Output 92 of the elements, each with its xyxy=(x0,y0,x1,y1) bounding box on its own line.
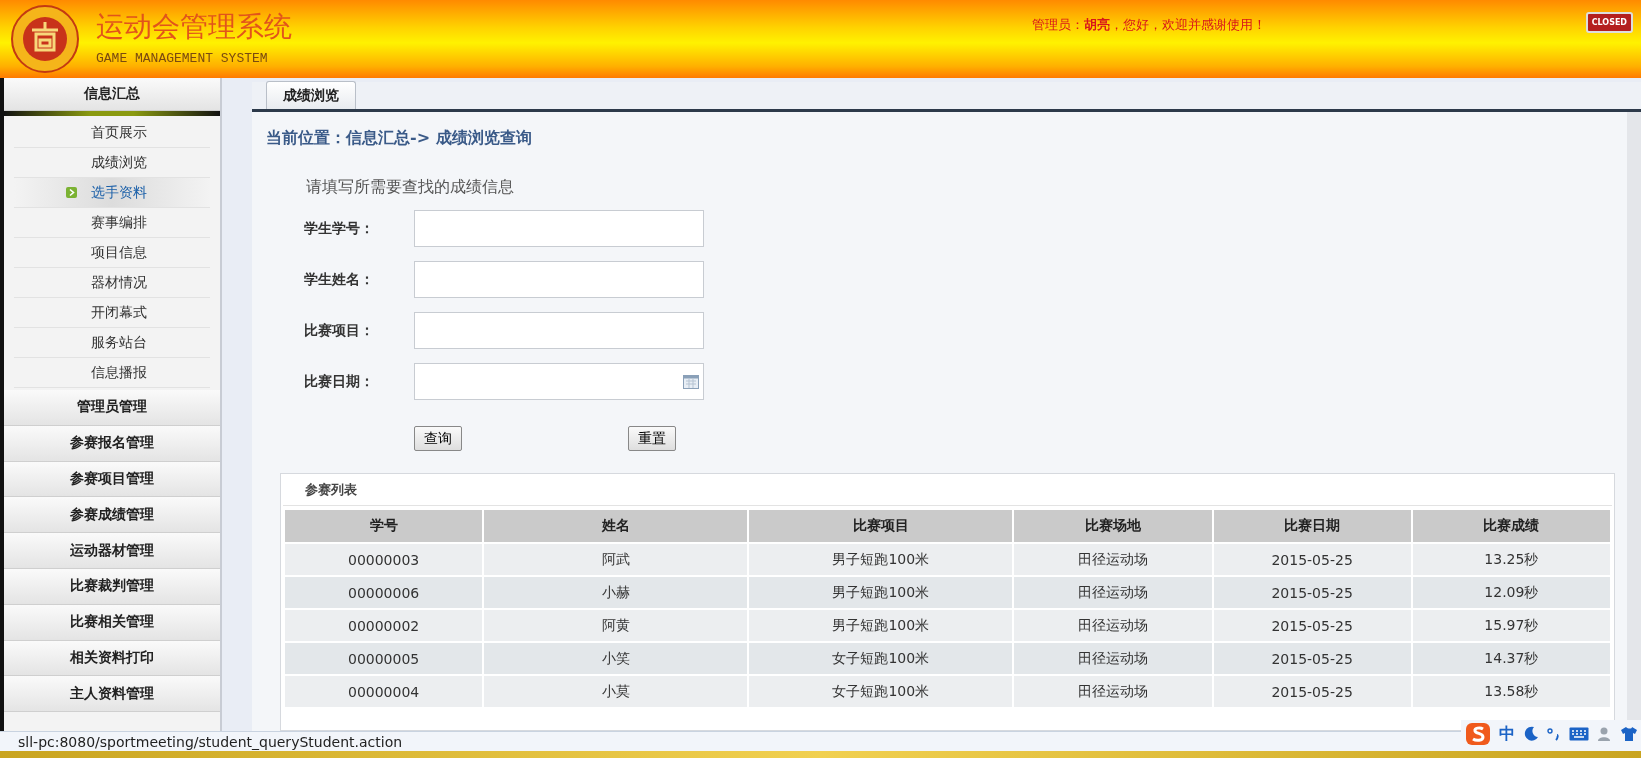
column-header: 比赛项目 xyxy=(749,510,1013,542)
sidebar-group[interactable]: 比赛裁判管理 xyxy=(4,569,220,605)
shirt-icon[interactable] xyxy=(1621,726,1637,742)
table-cell: 男子短跑100米 xyxy=(749,610,1013,641)
table-cell: 13.25秒 xyxy=(1412,544,1610,575)
column-header: 比赛成绩 xyxy=(1412,510,1610,542)
table-cell: 00000004 xyxy=(285,676,483,707)
sidebar-group[interactable]: 参赛成绩管理 xyxy=(4,497,220,534)
sidebar-group[interactable]: 运动器材管理 xyxy=(4,533,220,569)
sidebar-item[interactable]: 项目信息 xyxy=(14,238,210,268)
sidebar-item-label: 赛事编排 xyxy=(91,213,147,232)
keyboard-icon[interactable] xyxy=(1569,727,1589,741)
table-cell: 00000005 xyxy=(285,643,483,674)
table-cell: 小莫 xyxy=(484,676,748,707)
sidebar-item-label: 首页展示 xyxy=(91,123,147,142)
sidebar-item-label: 器材情况 xyxy=(91,273,147,292)
form-title: 请填写所需要查找的成绩信息 xyxy=(306,177,515,198)
table-cell: 阿武 xyxy=(484,544,748,575)
column-header: 姓名 xyxy=(484,510,748,542)
sidebar-item[interactable]: 服务站台 xyxy=(14,328,210,358)
sidebar-group[interactable]: 比赛相关管理 xyxy=(4,604,220,641)
table-cell: 田径运动场 xyxy=(1014,610,1212,641)
sidebar-item-label: 服务站台 xyxy=(91,333,147,352)
table-cell: 2015-05-25 xyxy=(1213,643,1411,674)
date-field[interactable] xyxy=(414,363,704,400)
input-mode-toggle[interactable]: 中 xyxy=(1499,723,1515,745)
sidebar-item[interactable]: 首页展示 xyxy=(14,118,210,148)
welcome-message: 管理员：胡亮，您好，欢迎并感谢使用！ xyxy=(1031,16,1266,34)
app-title: 运动会管理系统 xyxy=(96,12,292,41)
input-method-logo[interactable] xyxy=(1465,722,1491,746)
table-cell: 男子短跑100米 xyxy=(749,577,1013,608)
table-cell: 田径运动场 xyxy=(1014,544,1212,575)
table-cell: 小笑 xyxy=(484,643,748,674)
table-cell: 2015-05-25 xyxy=(1213,676,1411,707)
close-button[interactable]: CLOSED xyxy=(1585,12,1633,33)
status-url: sll-pc:8080/sportmeeting/student_queryStudent.action xyxy=(18,733,403,750)
table-cell: 男子短跑100米 xyxy=(749,544,1013,575)
field-label: 比赛日期： xyxy=(304,372,375,391)
reset-button[interactable]: 重置 xyxy=(628,426,676,451)
app-subtitle: GAME MANAGEMENT SYSTEM xyxy=(96,50,269,66)
table-cell: 2015-05-25 xyxy=(1213,544,1411,575)
input-field[interactable] xyxy=(414,210,704,247)
sidebar-group[interactable]: 信息汇总 xyxy=(4,78,220,111)
calendar-icon[interactable] xyxy=(683,374,699,389)
tab[interactable]: 成绩浏览 xyxy=(266,81,356,109)
sidebar-item[interactable]: 开闭幕式 xyxy=(14,298,210,328)
column-header: 比赛日期 xyxy=(1213,510,1411,542)
sidebar-item[interactable]: 赛事编排 xyxy=(14,208,210,238)
user-icon[interactable] xyxy=(1597,726,1613,742)
sidebar-group[interactable]: 相关资料打印 xyxy=(4,640,220,677)
sidebar-item-label: 成绩浏览 xyxy=(91,153,147,172)
table-cell: 00000006 xyxy=(285,577,483,608)
table-cell: 00000003 xyxy=(285,544,483,575)
table-cell: 田径运动场 xyxy=(1014,643,1212,674)
sidebar-item[interactable]: 选手资料 xyxy=(14,178,210,208)
table-cell: 00000002 xyxy=(285,610,483,641)
moon-icon[interactable] xyxy=(1523,726,1539,742)
field-label: 学生学号： xyxy=(304,219,375,238)
table-cell: 田径运动场 xyxy=(1014,676,1212,707)
table-cell: 13.58秒 xyxy=(1412,676,1610,707)
column-header: 比赛场地 xyxy=(1014,510,1212,542)
sidebar-item-label: 开闭幕式 xyxy=(91,303,147,322)
sidebar-group[interactable]: 参赛报名管理 xyxy=(4,425,220,462)
punctuation-icon[interactable] xyxy=(1547,727,1561,741)
university-seal-logo xyxy=(10,4,80,74)
input-field[interactable] xyxy=(414,261,704,298)
sidebar-item[interactable]: 器材情况 xyxy=(14,268,210,298)
sidebar-group[interactable]: 管理员管理 xyxy=(4,390,220,426)
sidebar-item-label: 项目信息 xyxy=(91,243,147,262)
sidebar-item[interactable]: 信息播报 xyxy=(14,358,210,388)
column-header: 学号 xyxy=(285,510,483,542)
sidebar-item-label: 选手资料 xyxy=(91,183,147,202)
table-cell: 12.09秒 xyxy=(1412,577,1610,608)
table-cell: 阿黄 xyxy=(484,610,748,641)
arrow-icon xyxy=(66,187,77,198)
sidebar-group[interactable]: 参赛项目管理 xyxy=(4,461,220,498)
table-cell: 小赫 xyxy=(484,577,748,608)
table-cell: 15.97秒 xyxy=(1412,610,1610,641)
table-cell: 女子短跑100米 xyxy=(749,643,1013,674)
table-cell: 14.37秒 xyxy=(1412,643,1610,674)
table-cell: 田径运动场 xyxy=(1014,577,1212,608)
panel-title: 参赛列表 xyxy=(283,474,1612,506)
field-label: 比赛项目： xyxy=(304,321,375,340)
sidebar-group[interactable]: 主人资料管理 xyxy=(4,676,220,713)
query-button[interactable]: 查询 xyxy=(414,426,462,451)
field-label: 学生姓名： xyxy=(304,270,375,289)
table-cell: 2015-05-25 xyxy=(1213,610,1411,641)
sidebar-item-label: 信息播报 xyxy=(91,363,147,382)
input-field[interactable] xyxy=(414,312,704,349)
table-cell: 2015-05-25 xyxy=(1213,577,1411,608)
table-cell: 女子短跑100米 xyxy=(749,676,1013,707)
breadcrumb: 当前位置：信息汇总-> 成绩浏览查询 xyxy=(266,128,533,149)
